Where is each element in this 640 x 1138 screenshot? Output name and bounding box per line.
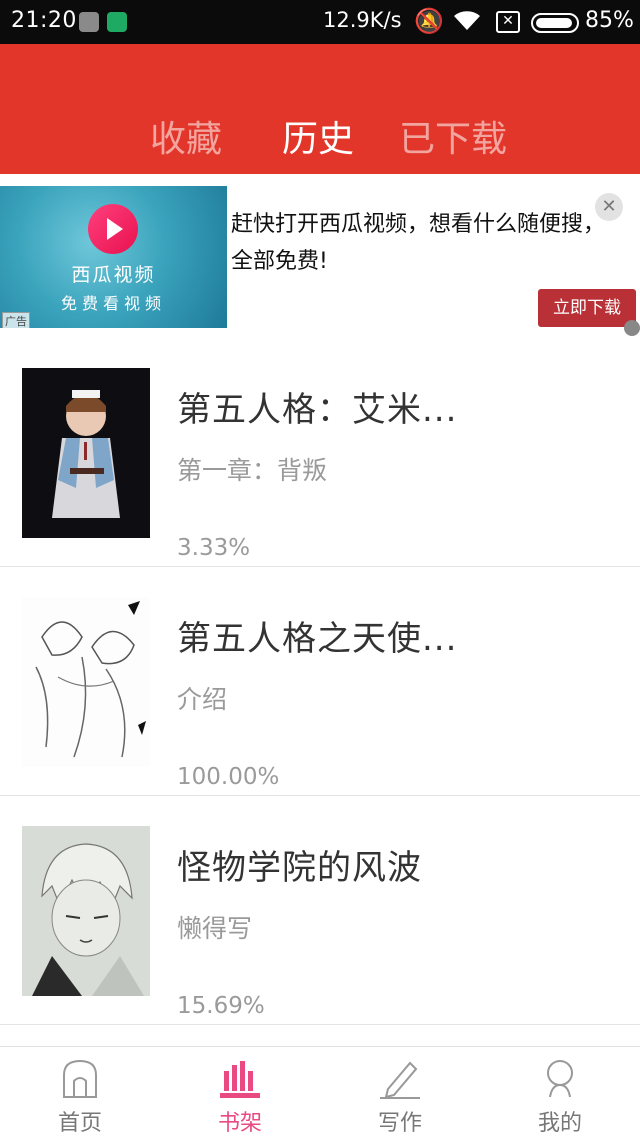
mute-icon: 🔕 <box>414 7 444 35</box>
book-list-item[interactable]: 怪物学院的风波 懒得写 15.69% <box>0 796 640 1025</box>
download-button[interactable]: 立即下载 <box>538 289 636 327</box>
ad-slogan: 免费看视频 <box>60 294 166 313</box>
nav-bookshelf[interactable]: 书架 <box>160 1047 320 1138</box>
tab-history[interactable]: 历史 <box>282 110 354 162</box>
tab-favorites[interactable]: 收藏 <box>150 110 222 162</box>
book-progress: 15.69% <box>177 993 265 1019</box>
ad-banner[interactable]: 西瓜视频 免费看视频 广告 赶快打开西瓜视频，想看什么随便搜，全部免费! ✕ 立… <box>0 184 640 336</box>
nav-label: 首页 <box>57 1111 102 1136</box>
tab-downloaded[interactable]: 已下载 <box>399 110 507 162</box>
status-bar: 21:20 12.9K/s 🔕 ✕ 85% <box>0 0 640 44</box>
ad-text: 赶快打开西瓜视频，想看什么随便搜，全部免费! <box>231 212 606 274</box>
battery-percent: 85% <box>585 8 634 33</box>
book-list-item[interactable]: 第五人格：艾米... 第一章：背叛 3.33% <box>0 338 640 567</box>
battery-icon <box>531 13 579 33</box>
ad-tag: 广告 <box>2 312 30 328</box>
wifi-icon <box>454 11 480 31</box>
book-cover <box>22 368 150 538</box>
header-bar: 收藏 历史 已下载 <box>0 44 640 174</box>
nav-write[interactable]: 写作 <box>320 1047 480 1138</box>
bookshelf-icon <box>220 1061 260 1098</box>
book-title: 第五人格：艾米... <box>177 390 458 430</box>
status-time: 21:20 <box>11 8 77 33</box>
profile-icon <box>547 1060 573 1098</box>
book-progress: 100.00% <box>177 764 280 790</box>
bottom-nav: 首页 书架 写作 我的 <box>0 1046 640 1138</box>
book-list-item[interactable]: 第五人格之天使... 介绍 100.00% <box>0 567 640 796</box>
book-chapter: 懒得写 <box>177 914 253 943</box>
notification-app-icon <box>79 12 99 32</box>
book-title: 第五人格之天使... <box>177 619 458 659</box>
shield-icon <box>107 12 127 32</box>
book-cover <box>22 826 150 996</box>
book-chapter: 第一章：背叛 <box>177 456 328 485</box>
pen-icon <box>380 1061 420 1099</box>
nav-home[interactable]: 首页 <box>0 1047 160 1138</box>
ad-image[interactable]: 西瓜视频 免费看视频 广告 <box>0 186 227 328</box>
close-icon[interactable]: ✕ <box>595 193 623 221</box>
home-icon <box>63 1059 97 1098</box>
ad-info-icon <box>624 320 640 336</box>
book-title: 怪物学院的风波 <box>177 848 422 888</box>
network-speed: 12.9K/s <box>323 8 402 32</box>
book-progress: 3.33% <box>177 535 251 561</box>
book-cover <box>22 597 150 767</box>
play-logo-icon <box>88 204 138 254</box>
no-sim-icon: ✕ <box>496 11 520 33</box>
book-chapter: 介绍 <box>177 685 228 714</box>
ad-brand: 西瓜视频 <box>71 264 156 286</box>
nav-label: 书架 <box>217 1111 262 1136</box>
nav-label: 写作 <box>377 1111 422 1136</box>
nav-profile[interactable]: 我的 <box>480 1047 640 1138</box>
nav-label: 我的 <box>537 1111 582 1136</box>
